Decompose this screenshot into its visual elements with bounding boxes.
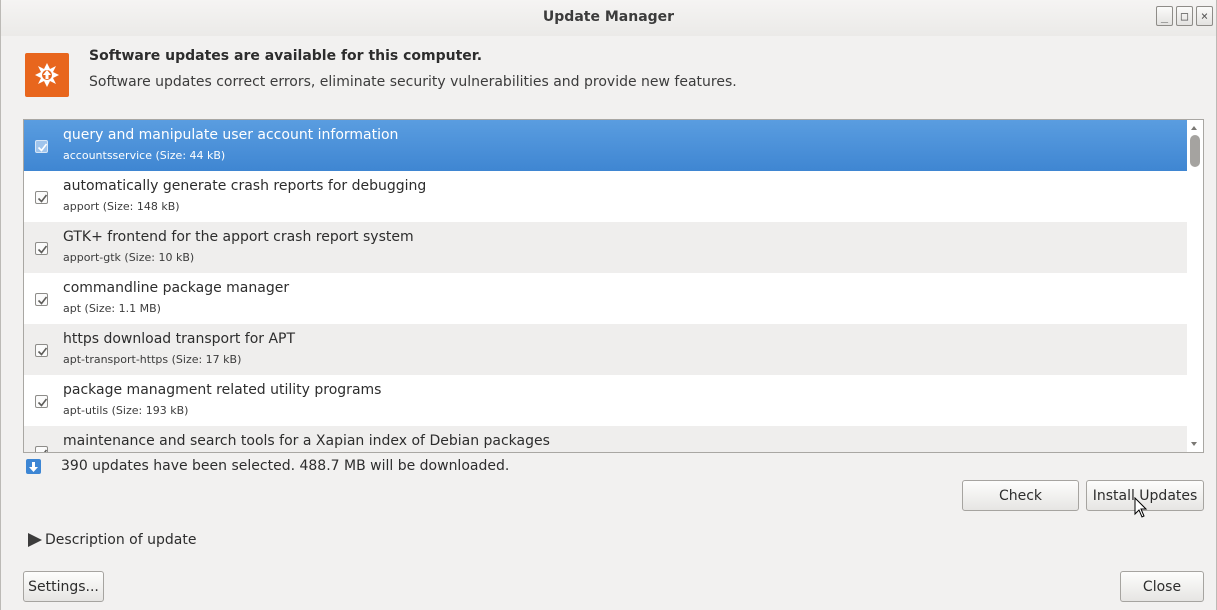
update-description: maintenance and search tools for a Xapia… — [63, 433, 550, 449]
maximize-button[interactable]: □ — [1176, 6, 1193, 26]
update-checkbox[interactable] — [35, 446, 48, 452]
update-package-size: apport-gtk (Size: 10 kB) — [63, 251, 195, 264]
title-bar[interactable]: Update Manager _ □ × — [1, 0, 1216, 36]
update-row[interactable]: https download transport for APT apt-tran… — [24, 324, 1189, 375]
description-expander[interactable]: Description of update — [45, 532, 196, 548]
scroll-thumb[interactable] — [1190, 135, 1200, 167]
window-title: Update Manager — [542, 9, 675, 25]
checkmark-icon — [43, 449, 48, 452]
scroll-up-icon[interactable] — [1191, 126, 1197, 130]
update-package-size: apt-transport-https (Size: 17 kB) — [63, 353, 242, 366]
update-package-size: accountsservice (Size: 44 kB) — [63, 149, 226, 162]
close-window-button[interactable]: × — [1196, 6, 1213, 26]
update-description: commandline package manager — [63, 280, 290, 296]
update-checkbox[interactable] — [35, 293, 48, 306]
settings-button[interactable]: Settings... — [23, 571, 104, 602]
checkmark-icon — [37, 194, 48, 203]
download-icon — [26, 459, 41, 474]
update-package-size: apport (Size: 148 kB) — [63, 200, 180, 213]
update-checkbox[interactable] — [35, 395, 48, 408]
update-package-size: apt-utils (Size: 193 kB) — [63, 404, 189, 417]
update-manager-icon — [25, 53, 69, 97]
window-controls: _ □ × — [1156, 6, 1213, 26]
update-description: package managment related utility progra… — [63, 382, 382, 398]
update-description: https download transport for APT — [63, 331, 296, 347]
update-package-size: apt (Size: 1.1 MB) — [63, 302, 161, 315]
update-description: automatically generate crash reports for… — [63, 178, 427, 194]
minimize-button[interactable]: _ — [1156, 6, 1173, 26]
update-checkbox[interactable] — [35, 140, 48, 153]
update-manager-window: Update Manager _ □ × Software updates ar… — [0, 0, 1217, 610]
check-button[interactable]: Check — [962, 480, 1079, 511]
header-title: Software updates are available for this … — [89, 48, 483, 64]
scroll-down-icon[interactable] — [1191, 442, 1197, 446]
update-checkbox[interactable] — [35, 344, 48, 357]
checkmark-icon — [37, 296, 48, 305]
checkmark-icon — [37, 143, 48, 152]
header-subtitle: Software updates correct errors, elimina… — [89, 74, 737, 90]
update-row[interactable]: automatically generate crash reports for… — [24, 171, 1189, 222]
checkmark-icon — [37, 398, 48, 407]
update-row[interactable]: maintenance and search tools for a Xapia… — [24, 426, 1189, 452]
update-row[interactable]: query and manipulate user account inform… — [24, 120, 1189, 171]
updates-list[interactable]: query and manipulate user account inform… — [23, 119, 1204, 453]
update-row[interactable]: GTK+ frontend for the apport crash repor… — [24, 222, 1189, 273]
list-scrollbar[interactable] — [1187, 120, 1203, 452]
update-checkbox[interactable] — [35, 191, 48, 204]
checkmark-icon — [37, 245, 48, 254]
update-checkbox[interactable] — [35, 242, 48, 255]
download-summary: 390 updates have been selected. 488.7 MB… — [61, 458, 510, 474]
update-row[interactable]: package managment related utility progra… — [24, 375, 1189, 426]
checkmark-icon — [37, 347, 48, 356]
update-description: query and manipulate user account inform… — [63, 127, 399, 143]
update-row[interactable]: commandline package manager apt (Size: 1.… — [24, 273, 1189, 324]
expander-arrow-icon[interactable] — [28, 533, 42, 547]
update-description: GTK+ frontend for the apport crash repor… — [63, 229, 414, 245]
mouse-cursor-icon — [1134, 497, 1148, 518]
close-button[interactable]: Close — [1120, 571, 1204, 602]
